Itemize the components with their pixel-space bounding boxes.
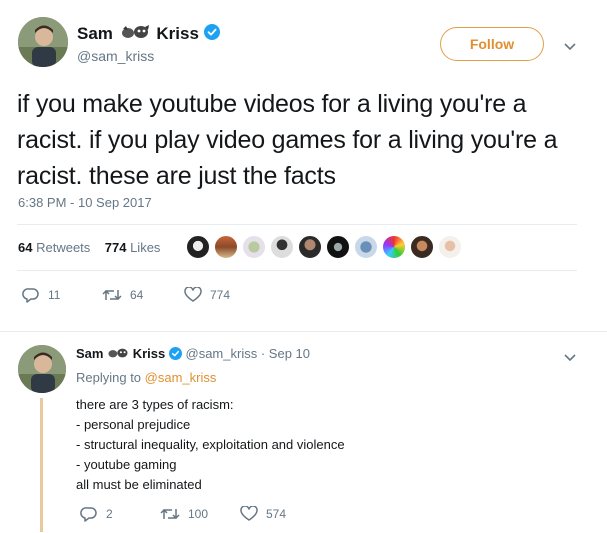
retweet-count: 100 [188, 507, 209, 521]
retweet-icon [160, 508, 180, 520]
liker-avatar[interactable] [354, 235, 378, 259]
likes-stat[interactable]: 774 Likes [105, 240, 161, 255]
reply-icon [80, 507, 97, 522]
like-action[interactable]: 574 [240, 506, 286, 522]
retweet-icon [102, 289, 122, 301]
liker-avatar[interactable] [410, 235, 434, 259]
retweet-action[interactable]: 64 [102, 288, 184, 302]
reply-text: there are 3 types of racism: - personal … [76, 395, 345, 495]
reply-line: all must be eliminated [76, 477, 202, 492]
author-name-suffix[interactable]: Kriss [156, 24, 199, 43]
author-avatar[interactable] [18, 17, 68, 67]
reply-author-name-suffix[interactable]: Kriss [133, 346, 166, 361]
author-handle[interactable]: @sam_kriss [77, 48, 154, 64]
tweet-timestamp[interactable]: 6:38 PM - 10 Sep 2017 [18, 195, 152, 210]
reply-line: - structural inequality, exploitation an… [76, 437, 345, 452]
retweets-stat[interactable]: 64 Retweets [18, 240, 90, 255]
chevron-down-icon[interactable] [563, 350, 577, 368]
liker-avatar[interactable] [438, 235, 462, 259]
like-action[interactable]: 774 [184, 287, 230, 303]
section-divider [0, 331, 607, 332]
pug-emoji-icon [120, 24, 150, 45]
liker-avatar[interactable] [214, 235, 238, 259]
reply-icon [22, 288, 39, 303]
reply-author-avatar[interactable] [18, 345, 66, 393]
divider [17, 224, 577, 225]
reply-action[interactable]: 2 [80, 506, 160, 522]
liker-avatars [186, 235, 466, 259]
liker-avatar[interactable] [242, 235, 266, 259]
heart-icon [184, 287, 202, 302]
heart-icon [240, 506, 258, 521]
reply-count: 11 [48, 288, 61, 302]
reply-count: 2 [106, 507, 113, 521]
replying-to: Replying to @sam_kriss [76, 370, 216, 385]
chevron-down-icon[interactable] [563, 39, 577, 57]
verified-badge-icon [168, 346, 182, 363]
reply-line: there are 3 types of racism: [76, 397, 234, 412]
retweet-count: 64 [130, 288, 144, 302]
author-name-row[interactable]: Sam Kriss [77, 24, 220, 45]
reply-dot: · [260, 346, 266, 361]
liker-avatar[interactable] [186, 235, 210, 259]
reply-author-name[interactable]: Sam [76, 346, 103, 361]
engagement-stats: 64 Retweets 774 Likes [18, 240, 160, 255]
tweet-actions: 11 64 774 [22, 287, 230, 303]
follow-button[interactable]: Follow [440, 27, 544, 61]
reply-header: Sam Kriss @sam_kriss · Sep 10 [76, 346, 310, 363]
replying-to-prefix: Replying to [76, 370, 142, 385]
liker-avatar[interactable] [382, 235, 406, 259]
verified-badge-icon [203, 24, 220, 45]
like-count: 574 [266, 507, 287, 521]
divider [17, 270, 577, 271]
liker-avatar[interactable] [298, 235, 322, 259]
reply-author-handle[interactable]: @sam_kriss [186, 346, 258, 361]
liker-avatar[interactable] [326, 235, 350, 259]
author-name[interactable]: Sam [77, 24, 113, 43]
pug-emoji-icon [107, 347, 129, 362]
thread-line [40, 398, 43, 532]
retweet-action[interactable]: 100 [160, 507, 240, 521]
reply-date[interactable]: Sep 10 [269, 346, 310, 361]
reply-actions: 2 100 574 [80, 506, 286, 522]
reply-action[interactable]: 11 [22, 287, 102, 303]
reply-line: - personal prejudice [76, 417, 191, 432]
reply-line: - youtube gaming [76, 457, 177, 472]
tweet-text: if you make youtube videos for a living … [17, 90, 558, 190]
replying-to-handle[interactable]: @sam_kriss [145, 370, 217, 385]
like-count: 774 [210, 288, 231, 302]
liker-avatar[interactable] [270, 235, 294, 259]
